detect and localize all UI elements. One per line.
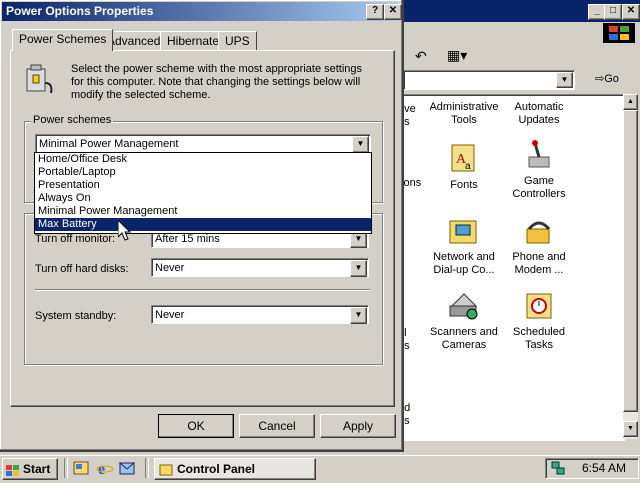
- cp-item-scheduled-tasks[interactable]: Scheduled Tasks: [501, 290, 577, 352]
- internet-explorer-icon[interactable]: e: [96, 459, 114, 478]
- item-label: Administrative Tools: [429, 101, 499, 126]
- outlook-express-icon[interactable]: [118, 459, 136, 477]
- chevron-down-icon[interactable]: ▼: [350, 307, 367, 324]
- go-label: Go: [604, 73, 619, 85]
- monitor-value: After 15 mins: [155, 233, 220, 245]
- cp-item-game-controllers[interactable]: Game Controllers: [501, 139, 577, 201]
- system-standby-select[interactable]: Never ▼: [151, 305, 369, 324]
- taskbar-control-panel-button[interactable]: Control Panel: [154, 458, 316, 480]
- control-panel-titlebar: _ □ ✕: [395, 0, 640, 22]
- power-scheme-dropdown-list: Home/Office Desk Portable/Laptop Present…: [34, 152, 372, 234]
- address-bar: ▼ ⇨Go: [395, 70, 640, 92]
- dropdown-option[interactable]: Home/Office Desk: [35, 153, 371, 166]
- cp-item-phone-modem[interactable]: Phone and Modem ...: [501, 215, 577, 277]
- show-desktop-icon[interactable]: [72, 459, 90, 477]
- game-controllers-icon: [523, 139, 555, 171]
- menu-bar: [395, 22, 640, 44]
- scroll-thumb[interactable]: [623, 110, 638, 412]
- power-plug-icon: [21, 61, 57, 97]
- turn-off-monitor-label: Turn off monitor:: [35, 233, 116, 245]
- item-label: Phone and Modem ...: [512, 251, 566, 276]
- network-icon: [448, 215, 480, 247]
- dialog-close-button[interactable]: ✕: [384, 4, 402, 20]
- address-input[interactable]: ▼: [403, 70, 575, 90]
- cp-item-network[interactable]: Network and Dial-up Co...: [426, 215, 502, 277]
- quicklaunch-divider: [64, 458, 68, 478]
- dropdown-option[interactable]: Presentation: [35, 179, 371, 192]
- toolbar: ↶ ▦▾: [395, 44, 640, 70]
- item-label: Network and Dial-up Co...: [433, 251, 495, 276]
- svg-text:e: e: [98, 461, 105, 477]
- cp-item-scanners-cameras[interactable]: Scanners and Cameras: [426, 290, 502, 352]
- tab-power-schemes[interactable]: Power Schemes: [12, 29, 114, 51]
- dropdown-option[interactable]: Minimal Power Management: [35, 205, 371, 218]
- windows-logo-icon: [603, 23, 635, 43]
- network-tray-icon[interactable]: [550, 460, 566, 476]
- go-button[interactable]: ⇨Go: [595, 72, 619, 85]
- tab-hibernate[interactable]: Hibernate: [160, 31, 227, 51]
- turn-off-disks-select[interactable]: Never ▼: [151, 258, 369, 277]
- description-text: Select the power scheme with the most ap…: [71, 63, 363, 101]
- dropdown-option[interactable]: Always On: [35, 192, 371, 205]
- scheduled-tasks-icon: [523, 290, 555, 322]
- clock: 6:54 AM: [582, 461, 627, 475]
- system-standby-label: System standby:: [35, 310, 117, 322]
- task-label: Control Panel: [177, 462, 256, 476]
- scroll-up-button[interactable]: ▲: [623, 94, 638, 110]
- undo-icon[interactable]: ↶: [415, 48, 427, 65]
- item-label: Fonts: [450, 179, 478, 191]
- start-button[interactable]: Start: [2, 458, 58, 480]
- phone-modem-icon: [523, 215, 555, 247]
- control-panel-icon: [159, 462, 173, 476]
- chevron-down-icon[interactable]: ▼: [350, 260, 367, 277]
- power-scheme-select[interactable]: Minimal Power Management ▼: [35, 134, 371, 153]
- taskbar: Start e Control Panel 6:54 AM: [0, 455, 640, 481]
- cp-item-administrative-tools[interactable]: Administrative Tools: [426, 101, 502, 127]
- disks-value: Never: [155, 262, 185, 274]
- item-label: Scanners and Cameras: [430, 326, 498, 351]
- ok-button[interactable]: OK: [158, 414, 234, 438]
- taskbar-divider: [145, 458, 149, 478]
- fonts-icon: Aa: [448, 143, 480, 175]
- tab-ups[interactable]: UPS: [218, 31, 257, 51]
- svg-text:a: a: [465, 161, 471, 172]
- views-icon[interactable]: ▦▾: [447, 47, 467, 64]
- help-button[interactable]: ?: [366, 4, 384, 20]
- windows-flag-icon: [6, 463, 20, 476]
- dropdown-option[interactable]: Portable/Laptop: [35, 166, 371, 179]
- dialog-titlebar: Power Options Properties ? ✕: [2, 2, 402, 21]
- maximize-button[interactable]: □: [604, 4, 622, 20]
- vertical-scrollbar[interactable]: ▲ ▼: [623, 94, 638, 439]
- mouse-cursor-icon: [117, 218, 132, 245]
- dropdown-option-highlighted[interactable]: Max Battery: [35, 218, 371, 231]
- divider: [35, 289, 370, 291]
- selected-scheme: Minimal Power Management: [39, 138, 179, 150]
- start-label: Start: [23, 462, 51, 476]
- control-panel-content: ovens tions alns ndds Administrative Too…: [395, 94, 625, 441]
- cp-item-automatic-updates[interactable]: Automatic Updates: [501, 101, 577, 127]
- address-dropdown-button[interactable]: ▼: [556, 72, 573, 88]
- cancel-button[interactable]: Cancel: [239, 414, 315, 438]
- apply-button[interactable]: Apply: [320, 414, 396, 438]
- item-label: Game Controllers: [512, 175, 566, 200]
- close-button[interactable]: ✕: [622, 4, 640, 20]
- item-label: Automatic Updates: [514, 101, 564, 126]
- turn-off-disks-label: Turn off hard disks:: [35, 263, 129, 275]
- power-schemes-label: Power schemes: [31, 114, 114, 126]
- go-arrow-icon: ⇨: [595, 73, 605, 85]
- scroll-down-button[interactable]: ▼: [623, 421, 638, 437]
- system-tray: 6:54 AM: [545, 458, 639, 479]
- scanner-icon: [448, 290, 480, 322]
- dialog-title: Power Options Properties: [6, 4, 154, 18]
- item-label: Scheduled Tasks: [513, 326, 565, 351]
- standby-value: Never: [155, 309, 185, 321]
- control-panel-window: _ □ ✕ ↶ ▦▾ ▼ ⇨Go ovens tions alns ndds A…: [395, 0, 640, 455]
- chevron-down-icon[interactable]: ▼: [352, 136, 369, 153]
- cp-item-fonts[interactable]: Aa Fonts: [426, 143, 502, 192]
